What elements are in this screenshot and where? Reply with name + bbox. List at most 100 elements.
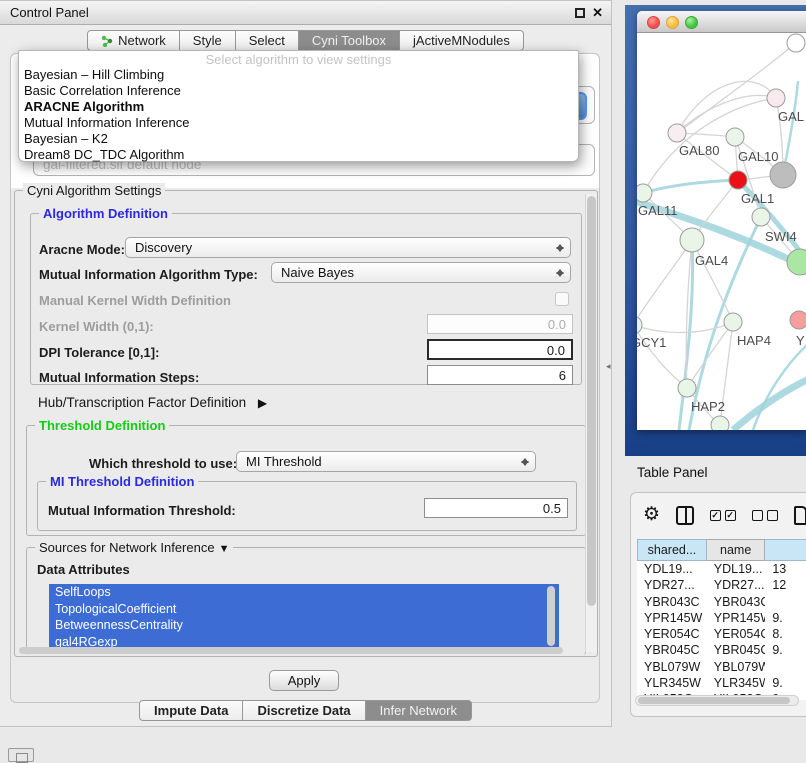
unchecked-box-icon	[767, 510, 778, 521]
table-cell: YBR045C	[637, 642, 707, 658]
network-icon	[101, 35, 113, 47]
document-icon[interactable]	[794, 506, 806, 525]
mi-steps-label: Mutual Information Steps:	[39, 370, 199, 385]
list-scrollbar-thumb[interactable]	[547, 586, 555, 646]
deselect-all-checkboxes-icon[interactable]	[752, 510, 778, 521]
network-edge	[677, 81, 776, 133]
table-row[interactable]: YBR045CYBR045C9.	[637, 642, 806, 658]
network-edge	[733, 377, 806, 430]
table-panel-window: ⚙ ✓ ✓ shared...nameYDL19...YDL19...13YDR…	[630, 492, 806, 717]
gear-icon[interactable]: ⚙	[643, 505, 660, 525]
bottom-tab-bar: Impute DataDiscretize DataInfer Network	[0, 700, 611, 721]
aracne-mode-label: Aracne Mode:	[39, 242, 125, 257]
sources-title[interactable]: Sources for Network Inference▼	[35, 540, 233, 555]
dropdown-item-bayesian-hill-climbing[interactable]: Bayesian – Hill Climbing	[19, 67, 578, 83]
list-item-selfloops[interactable]: SelfLoops	[49, 584, 559, 601]
manual-kernel-checkbox[interactable]	[555, 292, 569, 306]
dropdown-item-aracne-algorithm[interactable]: ARACNE Algorithm	[19, 99, 578, 115]
network-edge	[643, 180, 738, 193]
dpi-tolerance-field[interactable]: 0.0	[427, 339, 573, 360]
network-node-hap2[interactable]	[678, 379, 696, 397]
network-node-gcy1[interactable]	[637, 316, 642, 334]
settings-group-title: Cyni Algorithm Settings	[23, 183, 165, 198]
network-canvas[interactable]: GALGAL80GAL10GAL1GAL11SWI4GAL4GCY1HAP4YH…	[637, 33, 806, 430]
network-node[interactable]	[770, 162, 796, 188]
splitter-collapse-icon[interactable]: ◂	[606, 361, 611, 372]
table-horizontal-scrollbar[interactable]	[635, 695, 799, 706]
table-row[interactable]: YLR345WYLR345W9.	[637, 675, 806, 691]
node-label: GAL80	[679, 143, 719, 158]
minimize-traffic-light-icon[interactable]	[666, 16, 679, 29]
tab-select[interactable]: Select	[236, 30, 299, 51]
network-node-y[interactable]	[790, 311, 806, 329]
network-node-gal[interactable]	[767, 89, 785, 107]
table-row[interactable]: YBL079WYBL079W	[637, 659, 806, 675]
aracne-mode-combo[interactable]: Discovery	[125, 237, 571, 258]
network-node[interactable]	[787, 34, 805, 52]
settings-horizontal-scrollbar[interactable]	[17, 646, 583, 655]
network-node-swi4[interactable]	[752, 208, 770, 226]
split-columns-icon[interactable]	[676, 506, 694, 525]
combo-stepper-icon[interactable]	[555, 240, 565, 256]
sources-group: Sources for Network Inference▼ Data Attr…	[26, 547, 586, 655]
dropdown-item-basic-correlation-inference[interactable]: Basic Correlation Inference	[19, 83, 578, 99]
mi-threshold-field[interactable]: 0.5	[424, 498, 568, 518]
node-label: GAL	[778, 109, 804, 124]
network-node-gal1[interactable]	[729, 171, 747, 189]
tab-cyni-toolbox[interactable]: Cyni Toolbox	[299, 30, 400, 51]
network-node-gal10[interactable]	[726, 128, 744, 146]
tab-network[interactable]: Network	[87, 30, 180, 51]
node-label: HAP2	[691, 399, 725, 414]
network-node[interactable]	[711, 416, 729, 430]
network-node-hap4[interactable]	[724, 313, 742, 331]
mi-steps-field[interactable]: 6	[427, 365, 573, 385]
settings-vertical-scrollbar[interactable]	[585, 194, 597, 652]
table-hscroll-thumb[interactable]	[638, 697, 790, 704]
tab-style[interactable]: Style	[180, 30, 236, 51]
table-cell: 13	[765, 561, 806, 577]
dropdown-item-bayesian-k2[interactable]: Bayesian – K2	[19, 131, 578, 147]
mi-type-combo[interactable]: Naive Bayes	[271, 262, 571, 283]
table-row[interactable]: YDL19...YDL19...13	[637, 561, 806, 577]
tab-impute-data[interactable]: Impute Data	[139, 700, 243, 721]
tab-jactivemnodules[interactable]: jActiveMNodules	[400, 30, 524, 51]
settings-hscroll-thumb[interactable]	[19, 647, 563, 654]
apply-button[interactable]: Apply	[269, 670, 339, 691]
close-traffic-light-icon[interactable]	[647, 16, 660, 29]
zoom-traffic-light-icon[interactable]	[685, 16, 698, 29]
tab-discretize-data[interactable]: Discretize Data	[243, 700, 365, 721]
settings-vscroll-thumb[interactable]	[587, 196, 596, 606]
which-threshold-combo[interactable]: MI Threshold	[236, 451, 536, 472]
column-header-name[interactable]: name	[707, 539, 766, 561]
dropdown-item-mutual-information-inference[interactable]: Mutual Information Inference	[19, 115, 578, 131]
list-item-topologicalcoefficient[interactable]: TopologicalCoefficient	[49, 601, 559, 618]
table-row[interactable]: YER054CYER054C8.	[637, 626, 806, 642]
column-header-shared[interactable]: shared...	[637, 539, 707, 561]
dropdown-item-dream8-dc-tdc-algorithm[interactable]: Dream8 DC_TDC Algorithm	[19, 147, 578, 163]
minimized-panel-icon[interactable]	[8, 748, 34, 762]
table-row[interactable]: YBR043CYBR043C	[637, 594, 806, 610]
dropdown-placeholder: Select algorithm to view settings	[19, 52, 578, 67]
tab-infer-network[interactable]: Infer Network	[366, 700, 472, 721]
table-row[interactable]: YPR145WYPR145W9.	[637, 610, 806, 626]
network-node-gal80[interactable]	[668, 124, 686, 142]
network-window: GALGAL80GAL10GAL1GAL11SWI4GAL4GCY1HAP4YH…	[637, 11, 806, 430]
network-node[interactable]	[787, 249, 806, 275]
manual-kernel-label: Manual Kernel Width Definition	[39, 293, 231, 308]
network-edge	[637, 240, 692, 325]
tab-label: Style	[193, 31, 222, 50]
table-cell: YER054C	[707, 626, 766, 642]
column-header-extra[interactable]	[765, 539, 806, 561]
combo-stepper-icon[interactable]	[555, 265, 565, 281]
table-row[interactable]: YDR27...YDR27...12	[637, 577, 806, 593]
list-item-betweennesscentrality[interactable]: BetweennessCentrality	[49, 617, 559, 634]
float-window-icon[interactable]	[575, 8, 585, 18]
network-node-gal11[interactable]	[637, 184, 652, 202]
network-node-gal4[interactable]	[680, 228, 704, 252]
close-icon[interactable]: ✕	[592, 5, 603, 21]
hub-definition-expander[interactable]: Hub/Transcription Factor Definition ▶	[38, 395, 267, 410]
combo-stepper-icon[interactable]	[520, 454, 530, 470]
kernel-width-field[interactable]: 0.0	[427, 314, 573, 334]
algorithm-definition-title: Algorithm Definition	[39, 206, 172, 221]
select-all-checkboxes-icon[interactable]: ✓ ✓	[710, 510, 736, 521]
